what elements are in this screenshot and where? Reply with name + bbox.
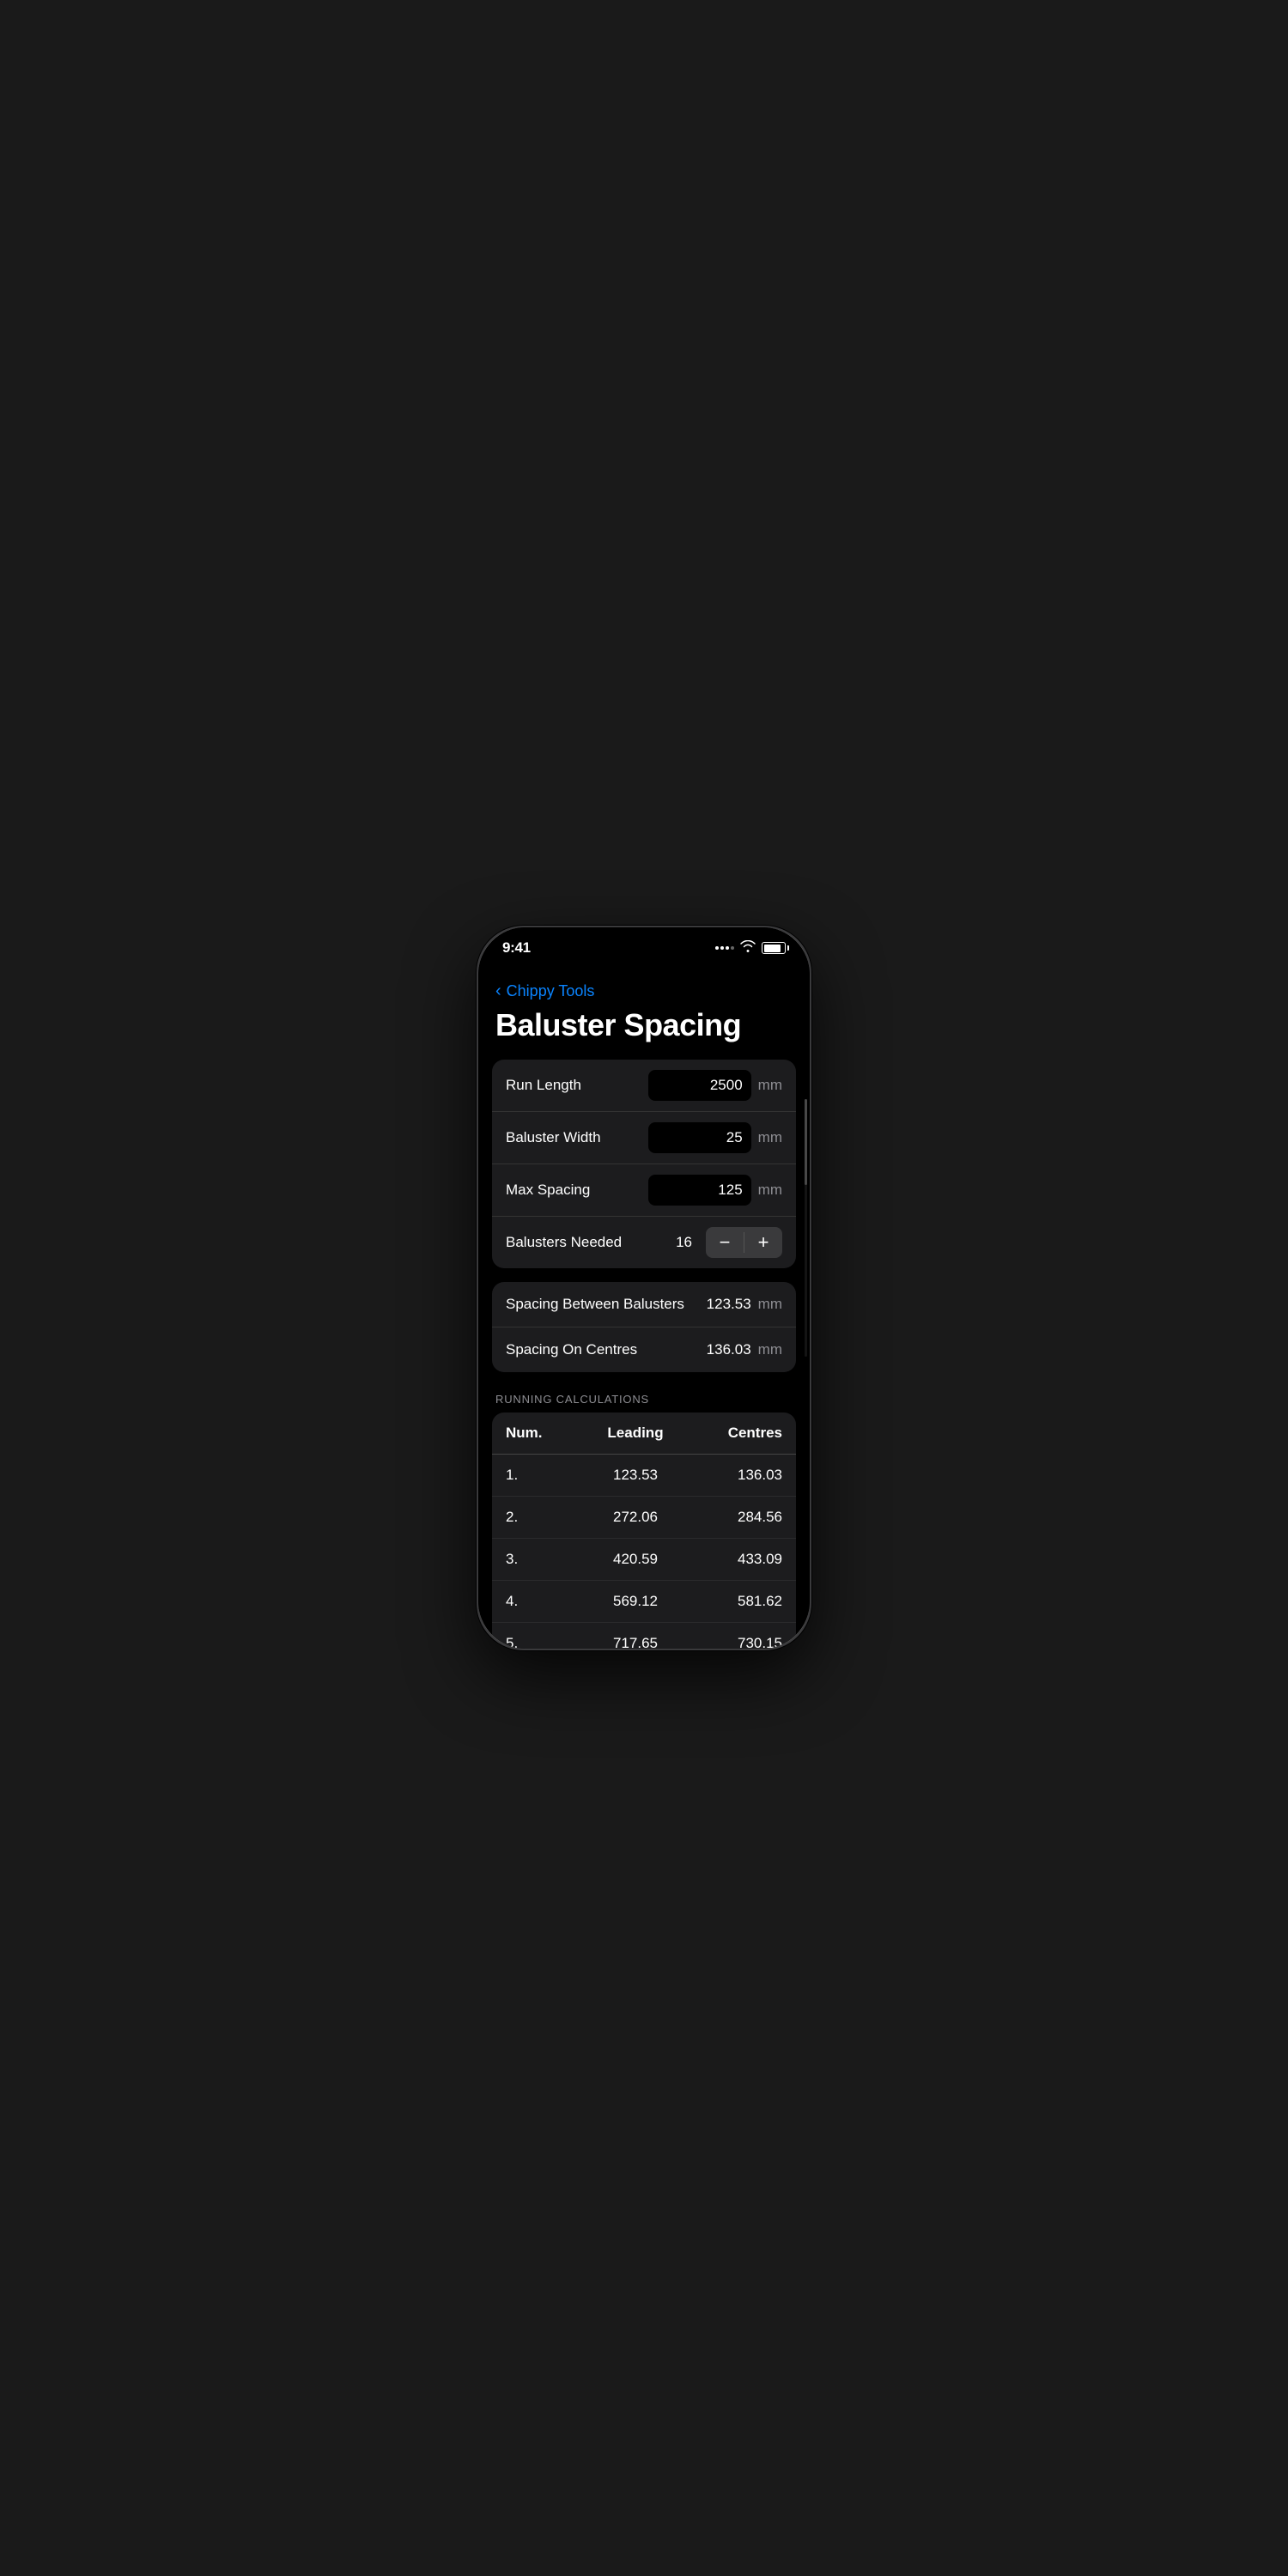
max-spacing-input-wrap: mm [648,1175,782,1206]
status-bar: 9:41 [478,927,810,963]
td-centres: 730.15 [696,1635,782,1649]
td-centres: 433.09 [696,1551,782,1568]
spacing-between-row: Spacing Between Balusters 123.53 mm [492,1282,796,1327]
td-num: 5. [506,1635,574,1649]
status-time: 9:41 [502,939,531,957]
table-section-header: RUNNING CALCULATIONS [478,1386,810,1413]
balusters-needed-value: 16 [676,1234,692,1251]
td-leading: 123.53 [574,1467,696,1484]
table-row: 4. 569.12 581.62 [492,1581,796,1623]
table-row: 5. 717.65 730.15 [492,1623,796,1649]
spacing-between-unit: mm [758,1296,782,1313]
baluster-width-input-wrap: mm [648,1122,782,1153]
td-num: 2. [506,1509,574,1526]
table-row: 1. 123.53 136.03 [492,1455,796,1497]
td-leading: 569.12 [574,1593,696,1610]
td-num: 3. [506,1551,574,1568]
run-length-label: Run Length [506,1076,648,1095]
run-length-input[interactable] [648,1070,751,1101]
table-row: 2. 272.06 284.56 [492,1497,796,1539]
phone-device: 9:41 [477,926,811,1650]
stepper-plus-button[interactable]: + [744,1227,782,1258]
results-card: Spacing Between Balusters 123.53 mm Spac… [492,1282,796,1372]
td-centres: 581.62 [696,1593,782,1610]
baluster-width-label: Baluster Width [506,1128,648,1147]
col-header-leading: Leading [574,1425,696,1442]
signal-icon [715,946,734,950]
baluster-width-input[interactable] [648,1122,751,1153]
max-spacing-unit: mm [758,1182,782,1199]
balusters-needed-label: Balusters Needed [506,1234,676,1251]
battery-icon [762,942,786,954]
running-calculations-table: Num. Leading Centres 1. 123.53 136.03 2.… [492,1413,796,1649]
run-length-input-wrap: mm [648,1070,782,1101]
phone-screen: 9:41 [478,927,810,1649]
scroll-track [805,1099,807,1357]
balusters-needed-row: Balusters Needed 16 − + [492,1217,796,1268]
td-centres: 284.56 [696,1509,782,1526]
col-header-num: Num. [506,1425,574,1442]
baluster-width-unit: mm [758,1129,782,1146]
spacing-centres-value: 136.03 [707,1341,751,1358]
td-centres: 136.03 [696,1467,782,1484]
table-header: Num. Leading Centres [492,1413,796,1455]
back-chevron-icon: ‹ [495,981,501,1001]
spacing-centres-row: Spacing On Centres 136.03 mm [492,1327,796,1372]
col-header-centres: Centres [696,1425,782,1442]
baluster-width-row: Baluster Width mm [492,1112,796,1164]
balusters-stepper: − + [706,1227,782,1258]
max-spacing-input[interactable] [648,1175,751,1206]
max-spacing-label: Max Spacing [506,1181,648,1200]
back-label[interactable]: Chippy Tools [507,982,595,1000]
td-leading: 717.65 [574,1635,696,1649]
table-row: 3. 420.59 433.09 [492,1539,796,1581]
status-icons [715,940,786,957]
scroll-content[interactable]: ‹ Chippy Tools Baluster Spacing Run Leng… [478,927,810,1649]
spacing-centres-unit: mm [758,1341,782,1358]
page-title: Baluster Spacing [478,1005,810,1060]
td-num: 1. [506,1467,574,1484]
spacing-between-label: Spacing Between Balusters [506,1296,707,1313]
table-body: 1. 123.53 136.03 2. 272.06 284.56 3. 420… [492,1455,796,1649]
nav-back[interactable]: ‹ Chippy Tools [478,975,810,1005]
td-leading: 272.06 [574,1509,696,1526]
spacing-between-value: 123.53 [707,1296,751,1313]
stepper-minus-button[interactable]: − [706,1227,744,1258]
run-length-unit: mm [758,1077,782,1094]
spacing-centres-label: Spacing On Centres [506,1341,707,1358]
input-card: Run Length mm Baluster Width mm [492,1060,796,1268]
wifi-icon [740,940,756,957]
max-spacing-row: Max Spacing mm [492,1164,796,1217]
td-num: 4. [506,1593,574,1610]
td-leading: 420.59 [574,1551,696,1568]
run-length-row: Run Length mm [492,1060,796,1112]
